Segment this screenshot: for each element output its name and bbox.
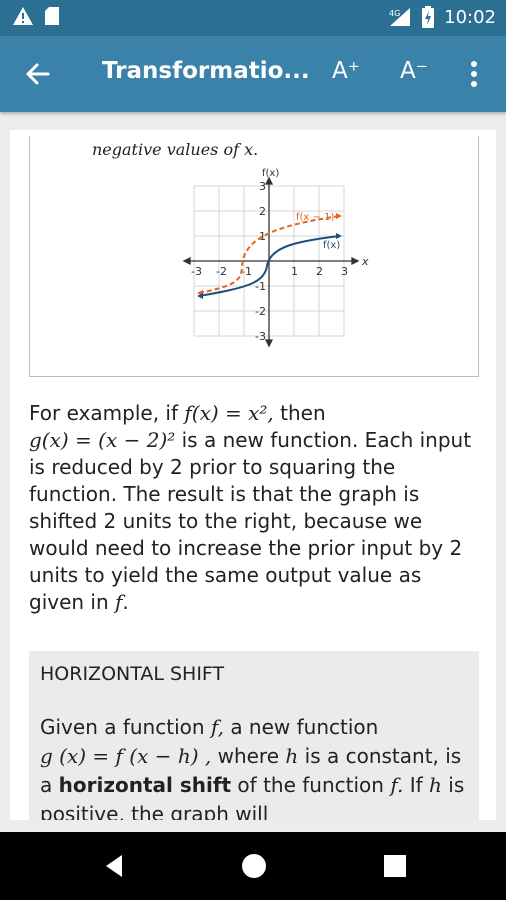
app-bar: Transformatio... A⁺ A⁻ bbox=[0, 36, 506, 112]
navigation-bar bbox=[0, 832, 506, 900]
alert-icon bbox=[13, 7, 33, 25]
clock: 10:02 bbox=[444, 6, 496, 28]
y-tick-label: -3 bbox=[255, 330, 266, 343]
figure-caption: negative values of x. bbox=[92, 140, 259, 159]
x-tick-label: 2 bbox=[316, 265, 323, 278]
series-base-label: f(x) bbox=[323, 240, 340, 251]
y-tick-label: -2 bbox=[255, 305, 266, 318]
more-options-icon[interactable] bbox=[466, 58, 482, 90]
series-shift-label: f(x − 1) bbox=[296, 212, 334, 223]
sd-card-icon bbox=[45, 7, 59, 25]
transformation-graph: -3 -2 -1 1 2 3 3 2 1 -1 -2 -3 f(x) x f(x… bbox=[182, 168, 369, 348]
home-nav-icon[interactable] bbox=[240, 852, 268, 880]
page-title: Transformatio... bbox=[102, 58, 310, 84]
definition-heading: HORIZONTAL SHIFT bbox=[40, 663, 225, 685]
x-tick-label: -2 bbox=[216, 265, 227, 278]
horizontal-shift-definition: HORIZONTAL SHIFT Given a function f, a n… bbox=[29, 651, 479, 820]
recents-nav-icon[interactable] bbox=[382, 853, 408, 879]
font-increase-button[interactable]: A⁺ bbox=[332, 58, 360, 84]
y-tick-label: 1 bbox=[259, 230, 266, 243]
back-arrow-icon[interactable] bbox=[20, 56, 56, 92]
y-axis-label: f(x) bbox=[262, 168, 279, 179]
x-tick-label: 3 bbox=[341, 265, 348, 278]
x-tick-label: 1 bbox=[291, 265, 298, 278]
x-tick-label: -3 bbox=[191, 265, 202, 278]
signal-icon: 4G bbox=[389, 8, 411, 26]
status-bar: 4G 10:02 bbox=[0, 0, 506, 36]
definition-body: Given a function f, a new function g (x)… bbox=[40, 715, 465, 820]
y-tick-label: 2 bbox=[259, 205, 266, 218]
example-paragraph: For example, if f(x) = x², then g(x) = (… bbox=[29, 401, 472, 614]
svg-text:4G: 4G bbox=[389, 9, 400, 18]
content-card: negative values of x. -3 -2 -1 1 2 3 3 2… bbox=[10, 130, 496, 820]
font-decrease-button[interactable]: A⁻ bbox=[400, 58, 428, 84]
x-axis-label: x bbox=[361, 255, 369, 268]
battery-icon bbox=[422, 6, 435, 28]
y-tick-label: 3 bbox=[259, 180, 266, 193]
figure-box: negative values of x. -3 -2 -1 1 2 3 3 2… bbox=[29, 136, 479, 377]
x-tick-label: -1 bbox=[241, 265, 252, 278]
back-nav-icon[interactable] bbox=[100, 852, 128, 880]
